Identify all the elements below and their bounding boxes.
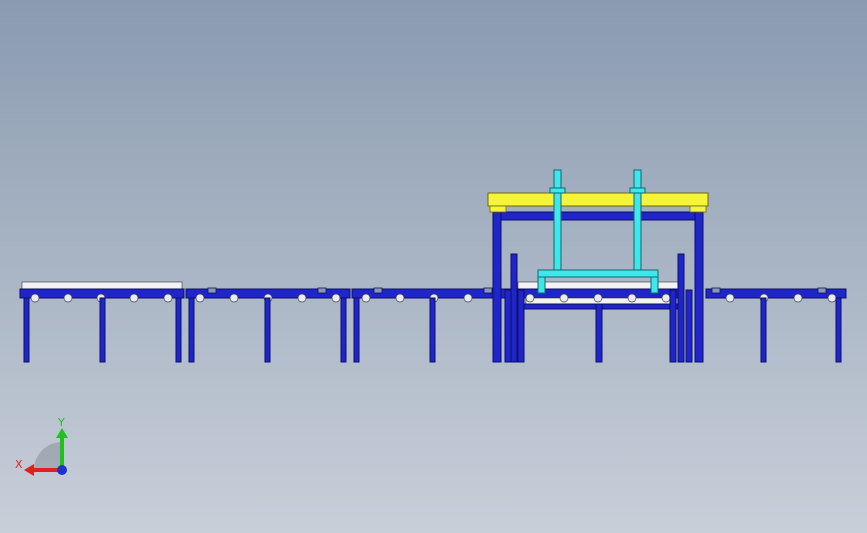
workpiece-panel [21,281,183,290]
platform-bracket-right [689,205,707,213]
cad-canvas[interactable]: Y X [0,0,867,533]
platform-bracket-left [489,205,507,213]
cad-viewport[interactable]: Y X [0,0,867,533]
x-axis-label: X [15,458,23,471]
gantry-platform [487,192,709,207]
z-axis-dot [57,465,67,475]
y-axis-label: Y [57,416,65,429]
viewport-background [0,0,867,533]
